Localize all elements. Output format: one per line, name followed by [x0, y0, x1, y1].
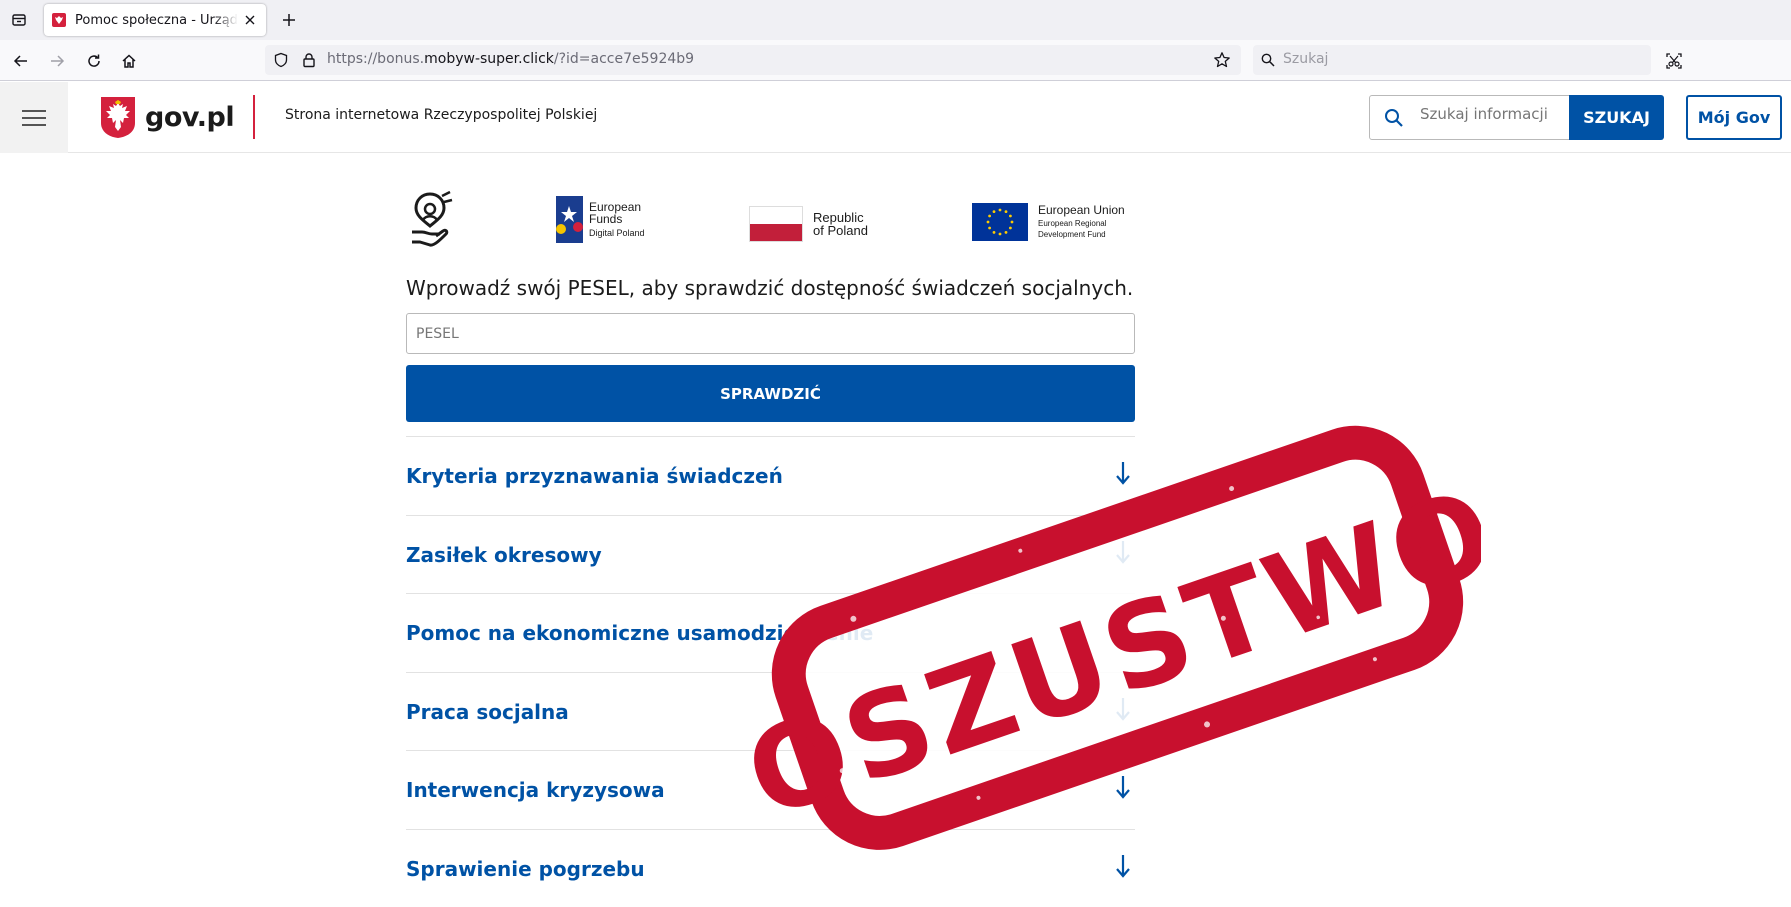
eu-label-1: European Union: [1038, 205, 1125, 216]
eu-funds-label-1: European: [589, 201, 645, 213]
forward-icon: [49, 53, 65, 69]
accordion-item[interactable]: Interwencja kryzysowa: [406, 750, 1135, 829]
eu-funds-label-3: Digital Poland: [589, 227, 645, 239]
close-icon[interactable]: [242, 12, 258, 28]
arrow-down-icon[interactable]: [1115, 854, 1131, 878]
accordion-item[interactable]: Pomoc na ekonomiczne usamodzielnienie: [406, 593, 1135, 672]
eu-label-2: European Regional: [1038, 218, 1125, 229]
accordion-item-title[interactable]: Pomoc na ekonomiczne usamodzielnienie: [406, 621, 873, 645]
brand-divider: [253, 95, 255, 139]
site-search-input[interactable]: Szukaj informacji: [1369, 95, 1570, 140]
accordion-item[interactable]: Zasiłek okresowy: [406, 515, 1135, 594]
arrow-down-icon[interactable]: [1115, 618, 1131, 642]
accordion-item-title[interactable]: Interwencja kryzysowa: [406, 778, 665, 802]
browser-search-bar[interactable]: Szukaj: [1253, 45, 1651, 75]
browser-search-placeholder: Szukaj: [1283, 51, 1328, 67]
arrow-down-icon[interactable]: [1115, 697, 1131, 721]
partner-logos: European Funds Digital Poland Republic o…: [406, 190, 1136, 255]
plus-icon: [282, 13, 296, 27]
url-text: https://bonus.mobyw-super.click/?id=acce…: [327, 51, 694, 67]
benefits-accordion: Kryteria przyznawania świadczeń Zasiłek …: [406, 436, 1135, 907]
accordion-item-title[interactable]: Sprawienie pogrzebu: [406, 857, 645, 881]
tab-list-icon[interactable]: [8, 9, 30, 31]
arrow-down-icon[interactable]: [1115, 540, 1131, 564]
accordion-item-title[interactable]: Kryteria przyznawania świadczeń: [406, 464, 783, 488]
eu-label-3: Development Fund: [1038, 229, 1125, 240]
eu-funds-emblem-icon: [556, 196, 583, 243]
polish-flag-icon: [749, 206, 803, 242]
check-button[interactable]: SPRAWDZIĆ: [406, 365, 1135, 422]
new-tab-button[interactable]: [278, 9, 300, 31]
gov-emblem-icon: [52, 13, 66, 27]
accordion-item[interactable]: Sprawienie pogrzebu: [406, 829, 1135, 907]
european-union-logo: European Union European Regional Develop…: [972, 203, 1125, 241]
eu-funds-label-2: Funds: [589, 213, 645, 225]
arrow-down-icon[interactable]: [1115, 461, 1131, 485]
home-button[interactable]: [118, 50, 140, 72]
brand-name: gov.pl: [145, 102, 234, 133]
accordion-item-title[interactable]: Praca socjalna: [406, 700, 569, 724]
reload-icon: [86, 53, 102, 69]
shield-icon[interactable]: [273, 52, 289, 68]
search-icon: [1261, 53, 1275, 67]
home-icon: [121, 53, 137, 69]
tab-title: Pomoc społeczna - Urząd ds: [75, 13, 238, 28]
screenshot-icon: [1665, 52, 1683, 70]
republic-of-poland-logo: Republic of Poland: [749, 206, 868, 242]
site-search-button[interactable]: SZUKAJ: [1569, 95, 1664, 140]
gov-emblem-icon: [99, 95, 137, 139]
rp-label-2: of Poland: [813, 224, 868, 237]
star-icon[interactable]: [1213, 51, 1231, 69]
accordion-item-title[interactable]: Zasiłek okresowy: [406, 543, 602, 567]
url-scheme: https://bonus.: [327, 51, 424, 67]
site-search-placeholder: Szukaj informacji: [1420, 105, 1548, 123]
menu-icon[interactable]: [0, 82, 68, 153]
back-icon: [13, 53, 29, 69]
url-bar[interactable]: https://bonus.mobyw-super.click/?id=acce…: [265, 45, 1241, 75]
arrow-down-icon[interactable]: [1115, 775, 1131, 799]
back-button[interactable]: [10, 50, 32, 72]
url-domain: mobyw-super.click: [424, 51, 554, 67]
forward-button[interactable]: [46, 50, 68, 72]
accordion-item[interactable]: Kryteria przyznawania świadczeń: [406, 436, 1135, 515]
european-funds-logo: European Funds Digital Poland: [556, 196, 645, 243]
brand-tagline: Strona internetowa Rzeczypospolitej Pols…: [285, 107, 597, 123]
site-header: gov.pl Strona internetowa Rzeczypospolit…: [0, 82, 1791, 153]
browser-nav-bar: https://bonus.mobyw-super.click/?id=acce…: [0, 40, 1791, 81]
pesel-input[interactable]: [406, 313, 1135, 354]
moj-gov-button[interactable]: Mój Gov: [1686, 95, 1782, 140]
pesel-prompt: Wprowadź swój PESEL, aby sprawdzić dostę…: [406, 276, 1133, 300]
search-icon: [1384, 108, 1404, 128]
accordion-item[interactable]: Praca socjalna: [406, 672, 1135, 751]
browser-tab-bar: Pomoc społeczna - Urząd ds: [0, 0, 1791, 40]
eu-flag-icon: [972, 203, 1028, 241]
url-path: /?id=acce7e5924b9: [554, 51, 694, 67]
caring-hands-icon: [406, 190, 454, 250]
reload-button[interactable]: [83, 50, 105, 72]
browser-tab-active[interactable]: Pomoc społeczna - Urząd ds: [44, 4, 266, 36]
screenshot-button[interactable]: [1663, 50, 1685, 72]
lock-icon[interactable]: [301, 52, 317, 68]
gov-logo[interactable]: gov.pl: [99, 95, 234, 139]
